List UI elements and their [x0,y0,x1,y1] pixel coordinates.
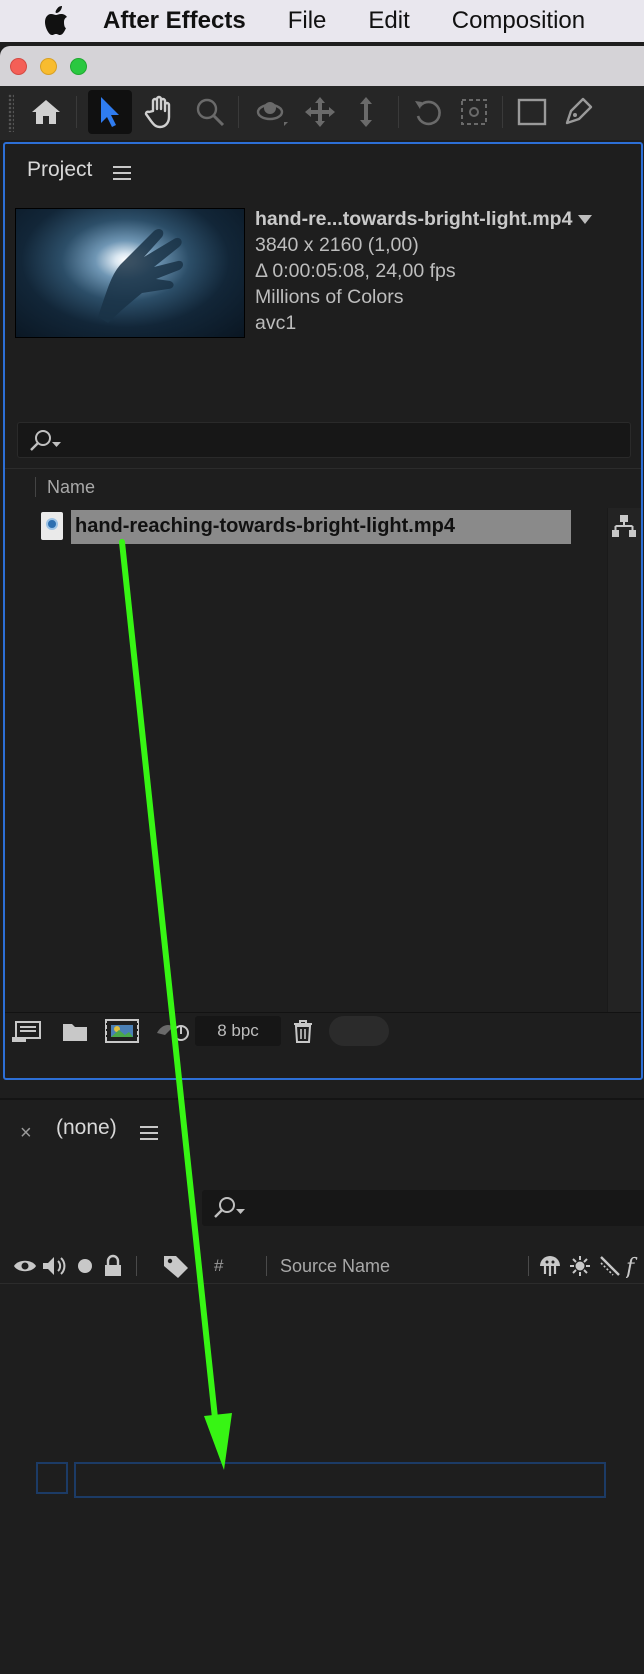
toolbar-separator [398,96,399,128]
quality-slash-icon[interactable] [598,1254,622,1278]
bit-depth-button[interactable]: 8 bpc [195,1016,281,1046]
window-title-bar [0,46,644,86]
home-icon [32,100,60,124]
collapse-sun-icon[interactable] [568,1254,592,1278]
footage-info: hand-re...towards-bright-light.mp4 3840 … [255,206,593,336]
vertical-arrows-icon [360,97,372,127]
timeline-search-input[interactable] [202,1190,644,1226]
eye-icon[interactable] [12,1254,38,1278]
source-name-column[interactable]: Source Name [280,1256,390,1277]
dolly-camera-tool[interactable] [344,90,388,134]
anchor-point-icon [461,99,487,125]
svg-text:f: f [626,1255,638,1278]
dropdown-caret-icon[interactable] [578,214,593,224]
footage-colors: Millions of Colors [255,286,404,308]
timeline-tab[interactable]: (none) [56,1116,117,1140]
project-item-row[interactable]: hand-reaching-towards-bright-light.mp4 [5,508,571,546]
close-window-button[interactable] [10,58,27,75]
zoom-window-button[interactable] [70,58,87,75]
layer-drop-placeholder-small [36,1462,68,1494]
layer-drop-placeholder[interactable] [74,1462,606,1498]
preview-file-name[interactable]: hand-re...towards-bright-light.mp4 [255,206,593,232]
search-icon [214,1197,245,1218]
shy-layer-icon[interactable] [538,1254,562,1278]
magnifier-icon [196,98,225,127]
name-column-header[interactable]: Name [47,477,95,498]
project-panel: Project hand-re...towards-bright-light.m… [3,142,643,1080]
footage-file-icon [41,512,63,540]
footage-dimensions: 3840 x 2160 (1,00) [255,234,419,256]
file-menu[interactable]: File [288,7,327,35]
app-menu[interactable]: After Effects [103,7,246,35]
column-divider[interactable] [35,477,36,497]
orbit-camera-icon [256,102,288,126]
project-tab[interactable]: Project [27,158,92,182]
tools-toolbar [0,86,644,140]
footage-codec: avc1 [255,312,297,334]
lock-icon[interactable] [102,1254,124,1278]
footage-thumbnail [15,208,245,338]
timeline-panel: × (none) # Source Name f [0,1098,644,1674]
layer-column-header: # Source Name f [0,1248,644,1284]
rotation-tool[interactable] [406,90,450,134]
pen-tool[interactable] [556,90,600,134]
project-item-name[interactable]: hand-reaching-towards-bright-light.mp4 [71,510,571,544]
toolbar-separator [76,96,77,128]
menu-bar: After Effects File Edit Composition [0,0,644,42]
arrow-pointer-icon [101,97,119,127]
solo-dot-icon[interactable] [74,1254,96,1278]
new-composition-icon[interactable] [105,1019,139,1043]
toolbar-grip[interactable] [8,94,14,132]
timeline-menu-icon[interactable] [140,1126,158,1140]
audio-speaker-icon[interactable] [40,1254,68,1278]
project-list-scrollbar[interactable] [607,508,641,1012]
close-timeline-button[interactable]: × [20,1122,32,1145]
thumbnail-size-slider[interactable] [329,1016,389,1046]
column-divider[interactable] [528,1256,529,1276]
effects-fx-icon[interactable]: f [626,1254,644,1278]
column-divider[interactable] [136,1256,137,1276]
pan-camera-tool[interactable] [298,90,342,134]
interpret-footage-icon[interactable] [11,1019,43,1043]
project-settings-icon[interactable] [155,1019,191,1043]
project-search-input[interactable] [17,422,631,458]
selection-tool[interactable] [88,90,132,134]
apple-logo-icon[interactable] [41,6,69,36]
new-folder-icon[interactable] [61,1019,89,1043]
composition-menu[interactable]: Composition [452,7,585,35]
hand-tool[interactable] [138,90,182,134]
rectangle-icon [517,98,547,126]
edit-menu[interactable]: Edit [368,7,409,35]
search-icon [30,430,61,451]
trash-icon[interactable] [291,1019,315,1043]
project-footer-bar: 8 bpc [5,1012,641,1048]
orbit-camera-tool[interactable] [250,90,294,134]
anchor-point-tool[interactable] [452,90,496,134]
column-divider[interactable] [266,1256,267,1276]
footage-duration: Δ 0:00:05:08, 24,00 fps [255,260,456,282]
hand-silhouette-icon [98,228,184,323]
toolbar-separator [238,96,239,128]
pen-icon [565,97,593,125]
flowchart-icon[interactable] [611,514,637,538]
rectangle-tool[interactable] [510,90,554,134]
rotate-icon [415,100,441,126]
home-button[interactable] [24,90,68,134]
panel-menu-icon[interactable] [113,166,131,180]
minimize-window-button[interactable] [40,58,57,75]
zoom-tool[interactable] [188,90,232,134]
layer-number-column[interactable]: # [214,1256,223,1276]
toolbar-separator [502,96,503,128]
hand-icon [144,95,171,129]
label-tag-icon[interactable] [162,1254,190,1278]
project-list-header: Name [5,468,641,502]
move-arrows-icon [305,97,335,127]
